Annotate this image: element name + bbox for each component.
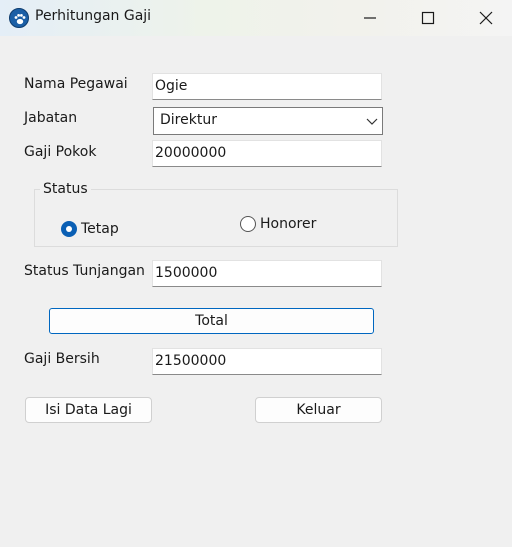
window-title: Perhitungan Gaji [35, 8, 152, 24]
title-bar[interactable]: Perhitungan Gaji [0, 0, 512, 36]
isi-data-lagi-button[interactable]: Isi Data Lagi [25, 397, 152, 423]
status-tunjangan-label: Status Tunjangan [24, 263, 145, 279]
gaji-pokok-label: Gaji Pokok [24, 144, 97, 160]
close-icon [479, 11, 493, 25]
jabatan-label: Jabatan [24, 110, 78, 126]
gaji-pokok-input[interactable]: 20000000 [152, 140, 382, 167]
app-window: Perhitungan Gaji Nama Pegawai Ogie Jabat… [0, 0, 512, 547]
keluar-button[interactable]: Keluar [255, 397, 382, 423]
jabatan-select[interactable]: Direktur [153, 107, 383, 135]
status-legend: Status [40, 181, 91, 197]
nama-pegawai-label: Nama Pegawai [24, 76, 128, 92]
minimize-button[interactable] [341, 0, 399, 36]
paw-icon [9, 8, 29, 28]
tetap-radio[interactable] [61, 221, 77, 237]
gaji-bersih-label: Gaji Bersih [24, 351, 100, 367]
maximize-button[interactable] [399, 0, 457, 36]
nama-pegawai-input[interactable]: Ogie [152, 73, 382, 100]
tetap-radio-label[interactable]: Tetap [81, 221, 119, 237]
honorer-radio-label[interactable]: Honorer [260, 216, 316, 232]
chevron-down-icon [366, 118, 378, 125]
status-groupbox [34, 189, 398, 247]
minimize-icon [364, 17, 376, 19]
honorer-radio[interactable] [240, 216, 256, 232]
maximize-icon [421, 11, 435, 25]
gaji-bersih-input[interactable]: 21500000 [152, 348, 382, 375]
total-button[interactable]: Total [49, 308, 374, 334]
status-tunjangan-input[interactable]: 1500000 [152, 260, 382, 287]
jabatan-selected-value: Direktur [160, 112, 217, 128]
close-button[interactable] [457, 0, 512, 36]
